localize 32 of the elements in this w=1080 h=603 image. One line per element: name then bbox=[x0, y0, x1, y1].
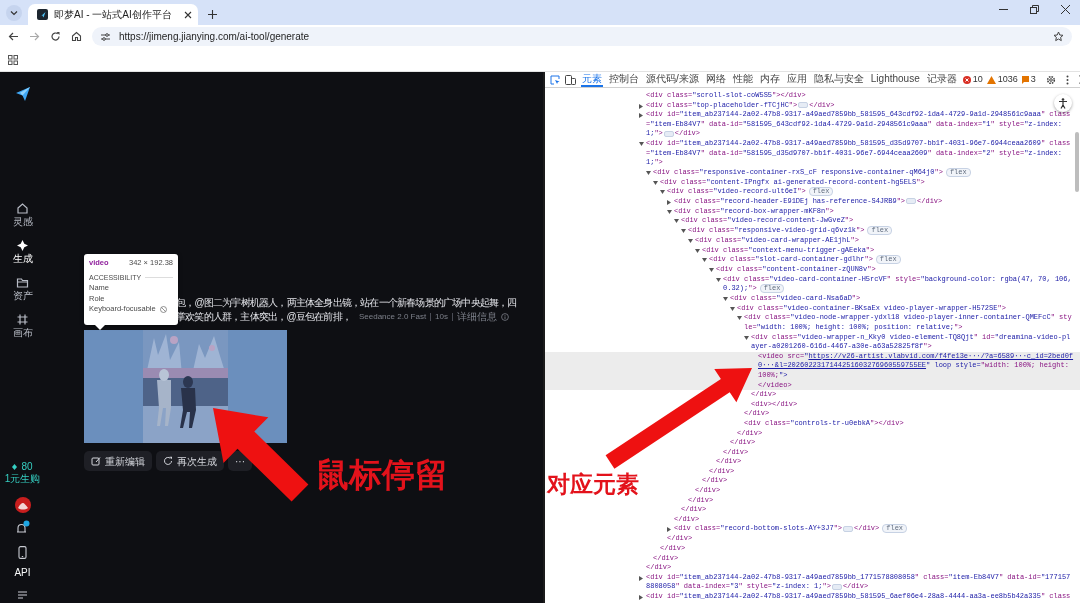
duration-text: 10s bbox=[435, 311, 448, 323]
prompt-text: 掌欢笑的人群，主体突出，@豆包在前排， bbox=[176, 310, 351, 324]
sidebar-item[interactable]: 画布 bbox=[12, 313, 33, 338]
devtools-tab[interactable]: 记录器 bbox=[925, 72, 958, 87]
details-link[interactable]: 详细信息 bbox=[457, 310, 509, 324]
model-name: Seedance 2.0 Fast bbox=[358, 311, 427, 323]
api-link[interactable]: API bbox=[14, 567, 31, 579]
address-field[interactable]: https://jimeng.jianying.com/ai-tool/generate bbox=[92, 27, 1072, 46]
sidebar-item[interactable]: 生成 bbox=[12, 239, 33, 264]
devtools-tab[interactable]: Lighthouse bbox=[869, 72, 921, 87]
action-button[interactable]: 再次生成 bbox=[156, 451, 224, 471]
sidebar-item[interactable]: 资产 bbox=[12, 276, 33, 301]
devtools-tab[interactable]: 性能 bbox=[731, 72, 754, 87]
sidebar-item[interactable]: 灵感 bbox=[12, 202, 33, 227]
devtools-tab[interactable]: 网络 bbox=[704, 72, 727, 87]
annotation-text: 对应元素 bbox=[547, 470, 639, 497]
warning-count: 1036 bbox=[997, 72, 1018, 86]
annotation-text: 鼠标停留 bbox=[316, 456, 448, 493]
issue-count: 3 bbox=[1030, 72, 1036, 86]
devtools-tab[interactable]: 元素 bbox=[581, 72, 603, 87]
url-text: https://jimeng.jianying.com/ai-tool/generate bbox=[119, 30, 311, 44]
error-count: 10 bbox=[972, 72, 983, 86]
tab-title: 即梦AI - 一站式AI创作平台 bbox=[54, 8, 173, 22]
browser-tab[interactable]: 即梦AI - 一站式AI创作平台 bbox=[28, 4, 198, 25]
devtools-tab[interactable]: 应用 bbox=[785, 72, 808, 87]
devtools-tab[interactable]: 控制台 bbox=[608, 72, 640, 87]
credit-count: 80 bbox=[21, 461, 33, 473]
devtools-tab[interactable]: 内存 bbox=[758, 72, 781, 87]
action-button[interactable]: 重新编辑 bbox=[84, 451, 152, 471]
devtools-tab[interactable]: 隐私与安全 bbox=[812, 72, 865, 87]
devtools-tab[interactable]: 源代码/来源 bbox=[645, 72, 700, 87]
promo-link[interactable]: 1元生购 bbox=[4, 473, 41, 485]
